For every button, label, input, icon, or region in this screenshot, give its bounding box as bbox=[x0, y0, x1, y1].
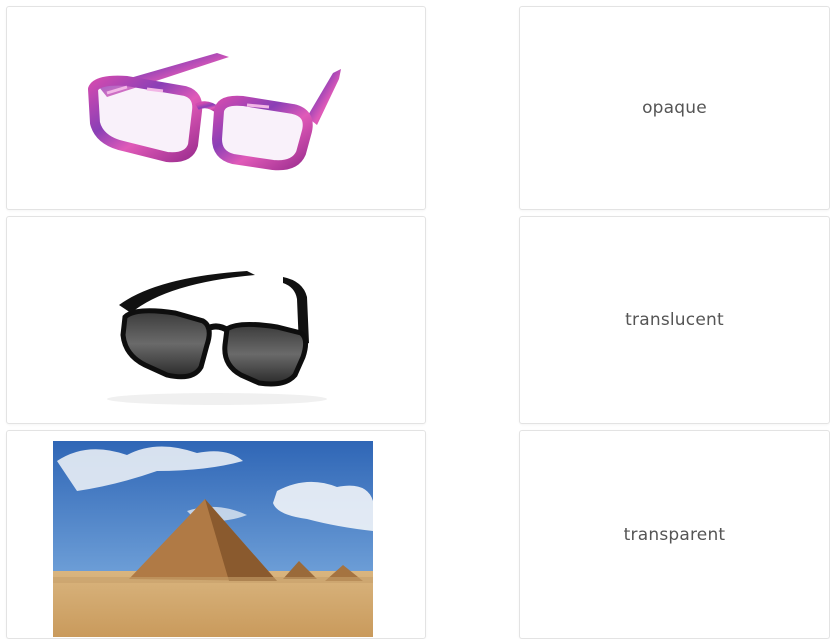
word-label-translucent: translucent bbox=[625, 310, 724, 330]
word-card-opaque[interactable]: opaque bbox=[519, 6, 830, 210]
colorful-eyeglasses-image bbox=[88, 53, 341, 171]
word-label-transparent: transparent bbox=[623, 524, 726, 545]
black-sunglasses-image bbox=[107, 271, 327, 405]
image-card-sunglasses[interactable] bbox=[6, 216, 426, 424]
pyramid-desert-photo bbox=[53, 441, 373, 637]
image-card-glasses[interactable] bbox=[6, 6, 426, 210]
word-label-opaque: opaque bbox=[642, 98, 707, 118]
word-card-translucent[interactable]: translucent bbox=[519, 216, 830, 424]
word-card-transparent[interactable]: transparent bbox=[519, 430, 830, 639]
image-card-pyramid[interactable] bbox=[6, 430, 426, 639]
